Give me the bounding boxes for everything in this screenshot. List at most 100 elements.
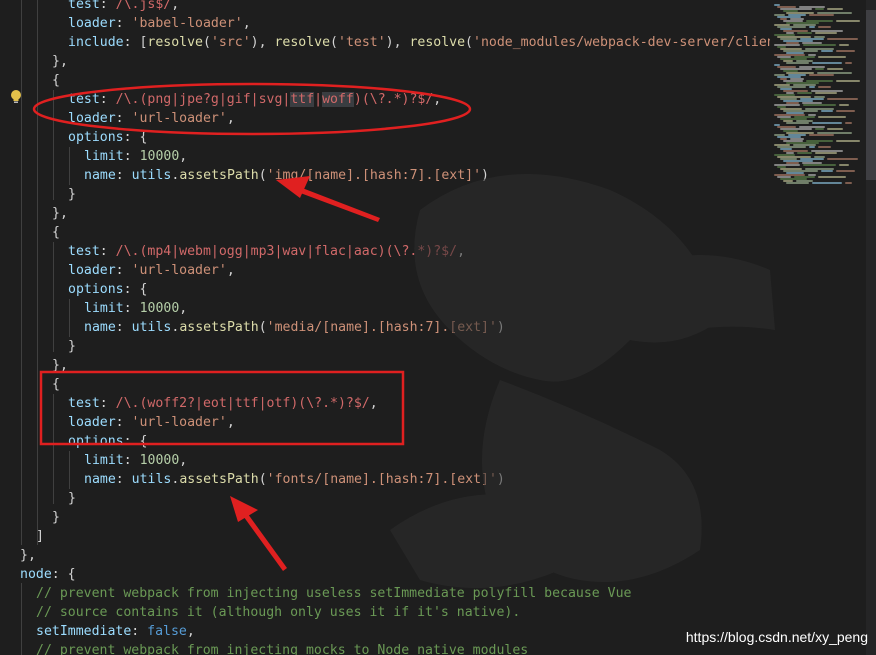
scrollbar-thumb[interactable] bbox=[866, 10, 876, 180]
code-token: loader bbox=[68, 263, 116, 278]
code-line[interactable]: ] bbox=[36, 527, 44, 546]
code-token: : bbox=[115, 111, 132, 126]
code-token: : bbox=[123, 301, 140, 316]
code-token: test bbox=[68, 244, 100, 259]
minimap-line bbox=[815, 128, 824, 130]
code-line[interactable]: }, bbox=[52, 52, 68, 71]
code-line[interactable]: } bbox=[68, 185, 76, 204]
code-line[interactable]: include: [resolve('src'), resolve('test'… bbox=[68, 33, 770, 52]
code-line[interactable]: options: { bbox=[68, 280, 147, 299]
code-token: { bbox=[52, 73, 60, 88]
code-token: : bbox=[99, 396, 116, 411]
code-token: limit bbox=[84, 149, 124, 164]
code-line[interactable]: loader: 'babel-loader', bbox=[68, 14, 251, 33]
code-token: ttf bbox=[290, 92, 315, 107]
code-line[interactable]: loader: 'url-loader', bbox=[68, 109, 235, 128]
code-token: ( bbox=[330, 35, 338, 50]
code-token: ), bbox=[250, 35, 275, 50]
code-token: ( bbox=[465, 35, 473, 50]
minimap-line bbox=[818, 86, 831, 88]
code-line[interactable]: node: { bbox=[20, 565, 76, 584]
code-token: : bbox=[99, 0, 116, 12]
code-line[interactable]: test: /\.(woff2?|eot|ttf|otf)(\?.*)?$/, bbox=[68, 394, 378, 413]
code-token: /\.(png|jpe?g|gif|svg| bbox=[115, 92, 291, 107]
code-line[interactable]: } bbox=[52, 508, 60, 527]
minimap-line bbox=[812, 182, 842, 184]
minimap-line bbox=[786, 122, 809, 124]
code-token: utils bbox=[131, 472, 172, 487]
code-token: name bbox=[84, 320, 116, 335]
code-token: : bbox=[115, 16, 132, 31]
minimap-line bbox=[803, 44, 836, 46]
code-token: utils bbox=[131, 168, 172, 183]
minimap[interactable] bbox=[770, 0, 866, 655]
code-line[interactable]: limit: 10000, bbox=[84, 299, 187, 318]
code-token: utils bbox=[131, 320, 172, 335]
minimap-line bbox=[803, 164, 836, 166]
code-line[interactable]: options: { bbox=[68, 128, 147, 147]
code-line[interactable]: loader: 'url-loader', bbox=[68, 413, 235, 432]
minimap-line bbox=[827, 98, 858, 100]
code-token: 'src' bbox=[210, 35, 251, 50]
minimap-line bbox=[827, 68, 843, 70]
minimap-line bbox=[797, 152, 812, 154]
code-token: }, bbox=[52, 206, 68, 221]
code-token: : bbox=[115, 320, 132, 335]
code-token: } bbox=[68, 339, 76, 354]
code-token: { bbox=[52, 225, 60, 240]
code-token: : bbox=[99, 92, 116, 107]
code-token: , bbox=[433, 92, 442, 107]
code-token: , bbox=[179, 453, 188, 468]
minimap-line bbox=[818, 146, 831, 148]
code-line[interactable]: limit: 10000, bbox=[84, 147, 187, 166]
code-line[interactable]: test: /\.js$/, bbox=[68, 0, 179, 14]
vertical-scrollbar[interactable] bbox=[866, 0, 876, 655]
code-token: options bbox=[68, 130, 124, 145]
code-line[interactable]: } bbox=[68, 337, 76, 356]
code-token: , bbox=[226, 263, 235, 278]
minimap-line bbox=[839, 44, 849, 46]
minimap-line bbox=[815, 92, 837, 94]
code-token: /\.(woff2?|eot|ttf|otf)(\?.*)?$/ bbox=[115, 396, 370, 411]
code-token: , bbox=[186, 624, 195, 639]
minimap-line bbox=[827, 8, 843, 10]
code-line[interactable]: loader: 'url-loader', bbox=[68, 261, 235, 280]
code-token: woff bbox=[322, 92, 354, 107]
minimap-line bbox=[818, 176, 846, 178]
code-token: ( bbox=[258, 472, 267, 487]
minimap-line bbox=[815, 8, 824, 10]
code-line[interactable]: limit: 10000, bbox=[84, 451, 187, 470]
minimap-line bbox=[809, 14, 834, 16]
code-line[interactable]: }, bbox=[52, 356, 68, 375]
minimap-line bbox=[839, 164, 849, 166]
minimap-line bbox=[836, 50, 855, 52]
code-line[interactable]: options: { bbox=[68, 432, 147, 451]
code-token: , bbox=[242, 16, 251, 31]
code-token: include bbox=[68, 35, 124, 50]
code-token: } bbox=[68, 491, 76, 506]
code-token: }, bbox=[52, 358, 68, 373]
code-token: loader bbox=[68, 16, 116, 31]
code-token: test bbox=[68, 92, 100, 107]
code-token: assetsPath bbox=[179, 320, 259, 335]
code-line[interactable]: test: /\.(png|jpe?g|gif|svg|ttf|woff)(\?… bbox=[68, 90, 441, 109]
code-token: loader bbox=[68, 415, 116, 430]
code-line[interactable]: { bbox=[52, 375, 60, 394]
minimap-line bbox=[809, 86, 815, 88]
code-line[interactable]: { bbox=[52, 223, 60, 242]
code-line[interactable]: }, bbox=[52, 204, 68, 223]
code-line[interactable]: setImmediate: false, bbox=[36, 622, 195, 641]
code-token: 'test' bbox=[338, 35, 386, 50]
code-token: test bbox=[68, 396, 100, 411]
code-line[interactable]: { bbox=[52, 71, 60, 90]
minimap-line bbox=[786, 62, 809, 64]
minimap-line bbox=[845, 122, 852, 124]
code-token: 'node_modules/webpack-dev-server/client' bbox=[473, 35, 770, 50]
code-line[interactable]: // prevent webpack from injecting mocks … bbox=[36, 641, 528, 655]
code-token: : bbox=[131, 624, 148, 639]
code-line[interactable]: }, bbox=[20, 546, 36, 565]
code-line[interactable]: } bbox=[68, 489, 76, 508]
minimap-line bbox=[809, 74, 834, 76]
code-token: : { bbox=[123, 434, 148, 449]
code-token: false bbox=[147, 624, 187, 639]
